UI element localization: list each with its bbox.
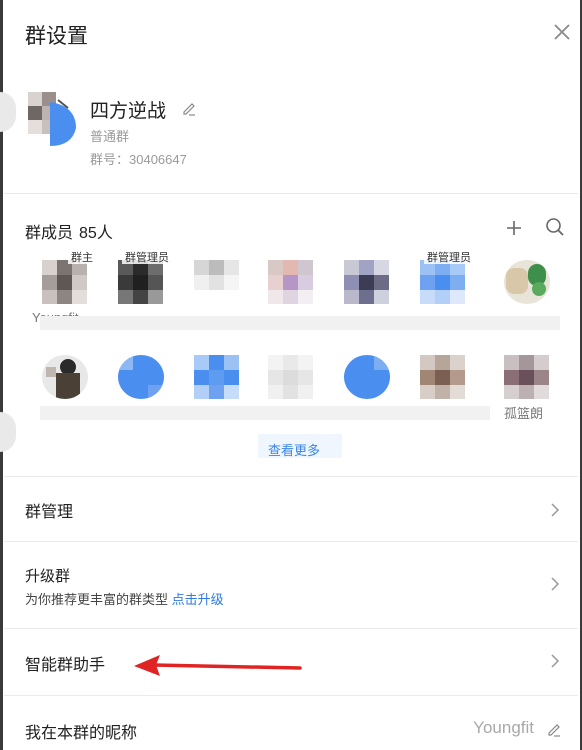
avatar [504,355,550,399]
upgrade-group-label: 升级群 [25,568,71,585]
nickname-value: Youngfit [473,718,534,737]
window-title: 群设置 [25,25,88,48]
edit-pencil-icon[interactable] [546,721,562,737]
background-window-edge [0,92,16,132]
chevron-right-icon [551,654,560,668]
avatar [344,355,390,399]
search-icon[interactable] [544,216,566,238]
divider [4,193,578,194]
upgrade-description: 为你推荐更丰富的群类型 点击升级 [25,592,224,607]
chevron-right-icon [551,503,560,517]
annotation-arrow [134,655,302,676]
blurred-names [40,406,490,420]
chevron-right-icon [551,577,560,591]
background-window-edge [0,412,16,452]
members-title: 群成员 85人 [25,225,113,242]
upgrade-link[interactable]: 点击升级 [172,592,224,607]
avatar [268,260,314,304]
group-manage-label: 群管理 [25,504,74,521]
nickname-row[interactable]: 我在本群的昵称 Youngfit [4,696,578,750]
avatar [194,260,240,304]
group-manage-row[interactable]: 群管理 [4,477,578,541]
admin-badge: 群管理员 [424,252,474,264]
admin-badge: 群管理员 [122,252,172,264]
member-count: 85人 [79,225,113,242]
avatar [504,260,550,304]
avatar [420,260,466,304]
group-type: 普通群 [90,129,130,144]
view-more-link[interactable]: 查看更多 [268,440,320,459]
group-number: 群号：30406647 [90,152,187,167]
edit-pencil-icon[interactable] [181,100,197,116]
group-name: 四方逆战 [90,101,167,122]
member-name: 孤篮朗 [504,406,544,421]
avatar [420,355,466,399]
smart-assistant-label: 智能群助手 [25,657,106,674]
avatar [42,260,88,304]
avatar [118,260,164,304]
owner-badge: 群主 [68,252,96,264]
upgrade-group-row[interactable]: 升级群 为你推荐更丰富的群类型 点击升级 [4,542,578,628]
nickname-label: 我在本群的昵称 [25,725,138,742]
avatar [194,355,240,399]
avatar [268,355,314,399]
blurred-names [40,316,560,330]
add-member-icon[interactable] [504,218,524,238]
member-avatar[interactable]: 孤篮朗 [494,347,560,423]
avatar [42,355,88,399]
group-avatar[interactable] [28,92,78,146]
close-icon[interactable] [550,20,574,44]
avatar [344,260,390,304]
avatar [118,355,164,399]
